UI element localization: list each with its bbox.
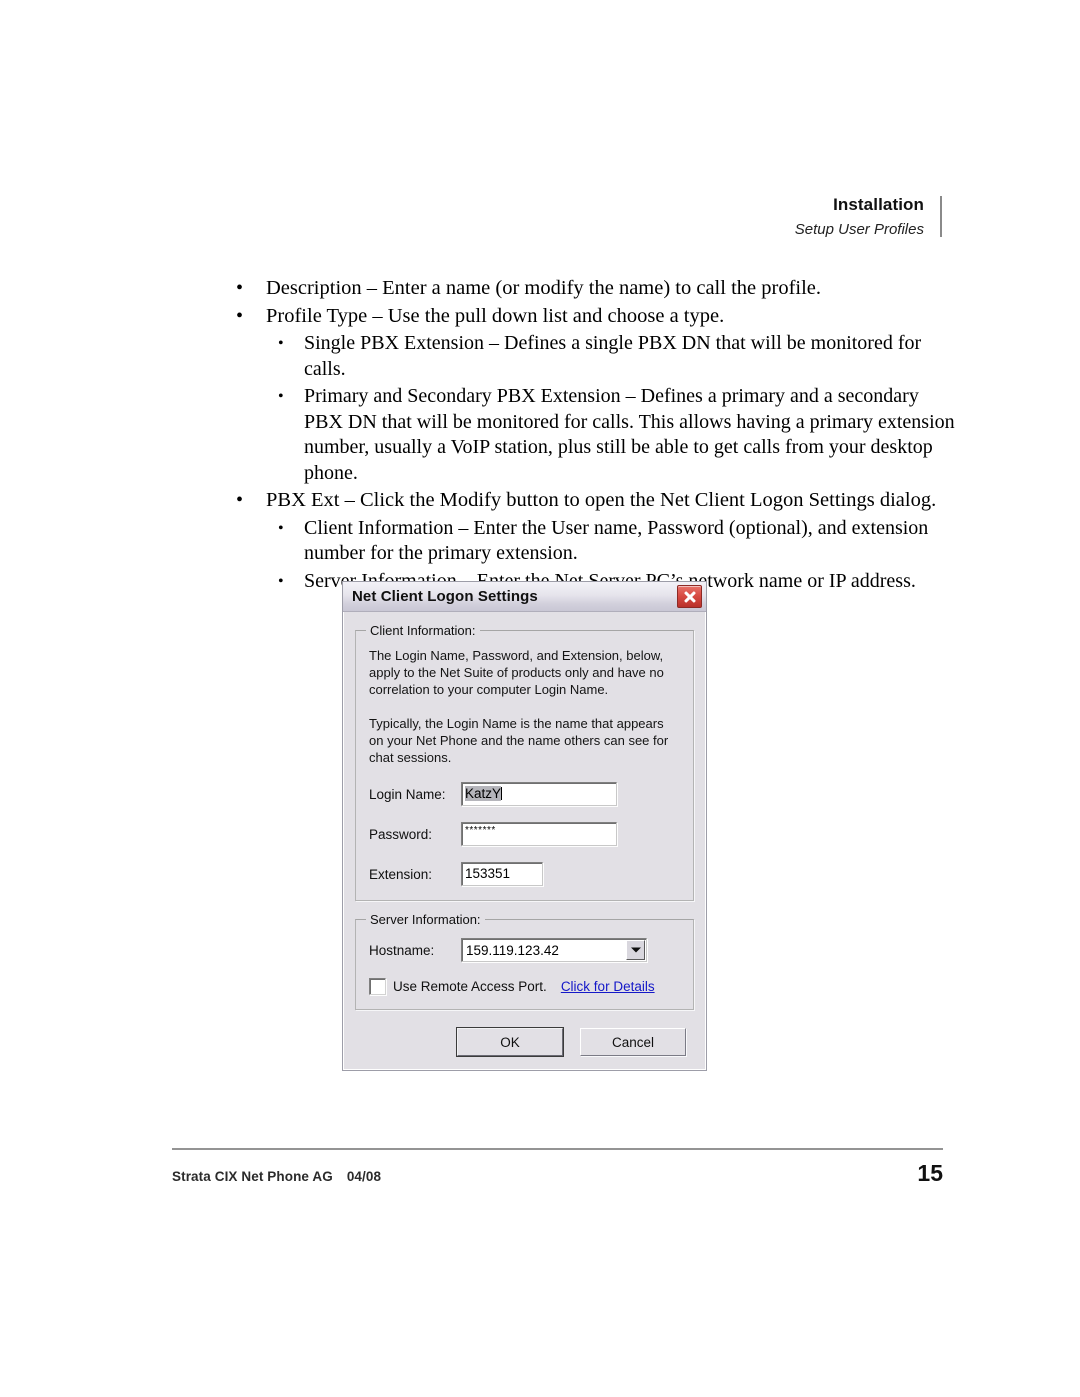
remote-access-row: Use Remote Access Port. Click for Detail… [369, 978, 680, 995]
server-information-label: Server Information: [366, 912, 485, 927]
hostname-value: 159.119.123.42 [466, 942, 559, 958]
dialog-button-row: OK Cancel [355, 1027, 686, 1057]
use-remote-access-port-label: Use Remote Access Port. [393, 979, 547, 994]
net-client-logon-settings-dialog: Net Client Logon Settings Client Informa… [342, 581, 707, 1071]
password-input[interactable]: ******* [461, 822, 617, 846]
list-item-text: Single PBX Extension – Defines a single … [304, 332, 922, 380]
password-label: Password: [369, 827, 433, 842]
cancel-button[interactable]: Cancel [580, 1028, 686, 1056]
bullet-list-level1: • Description – Enter a name (or modify … [228, 276, 958, 594]
bullet-list-level2: • Single PBX Extension – Defines a singl… [266, 331, 958, 486]
bullet-glyph: • [278, 519, 284, 537]
client-info-paragraph-1: The Login Name, Password, and Extension,… [369, 648, 664, 697]
extension-label: Extension: [369, 867, 433, 882]
page-number: 15 [917, 1160, 943, 1186]
dialog-title-bar: Net Client Logon Settings [343, 582, 706, 612]
footer-divider [172, 1148, 943, 1150]
list-item-text: Profile Type – Use the pull down list an… [266, 304, 725, 327]
bullet-glyph: • [236, 489, 244, 511]
list-item-text: Client Information – Enter the User name… [304, 516, 929, 565]
use-remote-access-port-checkbox[interactable] [369, 978, 386, 995]
text-caret [501, 787, 503, 800]
bullet-glyph: • [278, 388, 284, 405]
header-chapter-title: Installation [833, 195, 924, 214]
password-row: Password: ******* [369, 822, 680, 846]
header-section-title: Setup User Profiles [794, 221, 924, 238]
dialog-title: Net Client Logon Settings [352, 588, 538, 605]
hostname-label: Hostname: [369, 943, 435, 958]
footer-doc-title: Strata CIX Net Phone AG [172, 1169, 333, 1184]
list-item: • PBX Ext – Click the Modify button to o… [228, 488, 958, 514]
list-item: • Primary and Secondary PBX Extension – … [266, 384, 958, 486]
bullet-glyph: • [278, 335, 284, 352]
client-information-label: Client Information: [366, 623, 480, 638]
login-name-row: Login Name: KatzY [369, 782, 680, 806]
bullet-glyph: • [236, 304, 244, 327]
login-name-value: KatzY [465, 786, 502, 801]
dialog-body: Client Information: The Login Name, Pass… [343, 612, 706, 1070]
page-footer: Strata CIX Net Phone AG 04/08 15 [172, 1160, 943, 1187]
list-item-text: Description – Enter a name (or modify th… [266, 277, 822, 299]
list-item: • Description – Enter a name (or modify … [228, 276, 958, 302]
hostname-row: Hostname: 159.119.123.42 [369, 938, 680, 962]
server-information-group: Server Information: Hostname: 159.119.12… [355, 912, 694, 1010]
page-body-content: • Description – Enter a name (or modify … [228, 276, 958, 596]
close-icon[interactable] [677, 585, 702, 608]
login-name-label: Login Name: [369, 787, 446, 802]
footer-doc-info: Strata CIX Net Phone AG 04/08 [172, 1169, 381, 1184]
footer-date: 04/08 [346, 1169, 382, 1184]
list-item-text: PBX Ext – Click the Modify button to ope… [266, 489, 937, 511]
bullet-glyph: • [236, 277, 244, 299]
extension-input[interactable]: 153351 [461, 862, 543, 886]
extension-row: Extension: 153351 [369, 862, 680, 886]
login-name-input[interactable]: KatzY [461, 782, 617, 806]
list-item: • Single PBX Extension – Defines a singl… [266, 331, 958, 382]
list-item-text: Primary and Secondary PBX Extension – De… [304, 385, 955, 484]
page-running-header: Installation Setup User Profiles [795, 196, 942, 237]
hostname-combobox[interactable]: 159.119.123.42 [461, 938, 647, 962]
chevron-down-icon[interactable] [626, 940, 645, 960]
client-info-paragraph-2: Typically, the Login Name is the name th… [369, 716, 669, 765]
click-for-details-link[interactable]: Click for Details [561, 979, 655, 994]
list-item: • Client Information – Enter the User na… [266, 516, 958, 567]
bullet-glyph: • [278, 572, 284, 590]
client-information-group: Client Information: The Login Name, Pass… [355, 623, 694, 901]
list-item: • Profile Type – Use the pull down list … [228, 304, 958, 330]
ok-button[interactable]: OK [456, 1027, 564, 1057]
